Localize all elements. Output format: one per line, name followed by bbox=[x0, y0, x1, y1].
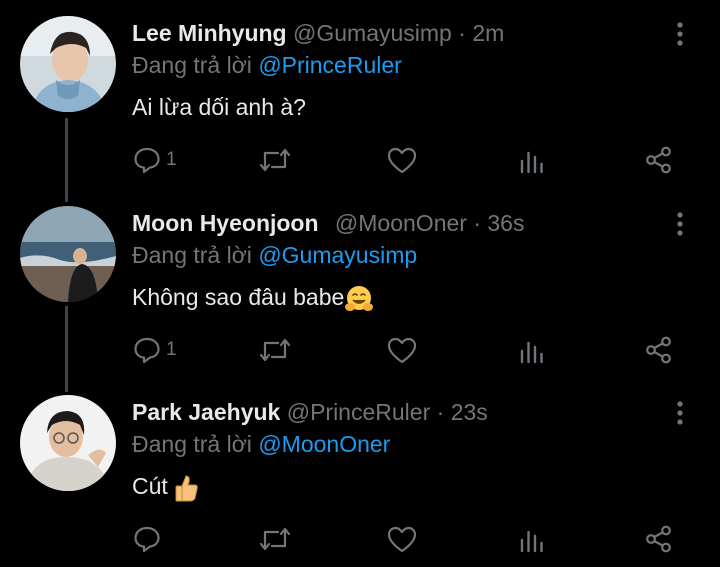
tweet[interactable]: Park Jaehyuk @PrinceRuler · 23s Đang trả… bbox=[0, 378, 720, 567]
retweet-button[interactable] bbox=[258, 332, 292, 368]
like-icon bbox=[387, 526, 417, 553]
action-bar: 1 bbox=[132, 142, 692, 178]
tweet[interactable]: Lee Minhyung @Gumayusimp · 2m Đang trả l… bbox=[0, 0, 720, 189]
display-name[interactable]: Park Jaehyuk bbox=[132, 399, 280, 425]
hugging-face-icon bbox=[345, 286, 374, 311]
timestamp[interactable]: 23s bbox=[451, 399, 488, 425]
analytics-button[interactable] bbox=[518, 521, 546, 557]
display-name[interactable]: Moon Hyeonjoon bbox=[132, 210, 319, 236]
like-button[interactable] bbox=[386, 332, 418, 368]
display-name[interactable]: Lee Minhyung bbox=[132, 20, 287, 46]
replying-to: Đang trả lời @Gumayusimp bbox=[132, 242, 417, 269]
reply-button[interactable]: 1 bbox=[132, 332, 177, 368]
like-icon bbox=[387, 147, 417, 174]
tweet-header: Moon Hyeonjoon @MoonOner · 36s bbox=[132, 210, 524, 237]
avatar[interactable] bbox=[20, 206, 116, 302]
like-button[interactable] bbox=[386, 521, 418, 557]
reply-count: 1 bbox=[166, 149, 177, 170]
share-button[interactable] bbox=[644, 332, 674, 368]
timestamp[interactable]: 2m bbox=[472, 20, 504, 46]
tweet-text: Ai lừa dối anh à? bbox=[132, 94, 306, 120]
share-button[interactable] bbox=[644, 521, 674, 557]
like-button[interactable] bbox=[386, 142, 418, 178]
tweet-text: Không sao đâu babe bbox=[132, 284, 374, 314]
more-icon[interactable] bbox=[668, 399, 692, 427]
reply-button[interactable] bbox=[132, 521, 166, 557]
analytics-icon bbox=[520, 530, 543, 553]
share-icon bbox=[646, 146, 671, 174]
more-icon[interactable] bbox=[668, 20, 692, 48]
avatar[interactable] bbox=[20, 395, 116, 491]
reply-icon bbox=[134, 526, 160, 553]
retweet-button[interactable] bbox=[258, 521, 292, 557]
avatar[interactable] bbox=[20, 16, 116, 112]
replying-to: Đang trả lời @MoonOner bbox=[132, 431, 390, 458]
reply-prefix: Đang trả lời bbox=[132, 431, 252, 457]
thumbs-up-icon bbox=[175, 475, 198, 502]
analytics-button[interactable] bbox=[518, 332, 546, 368]
analytics-icon bbox=[520, 341, 543, 364]
user-handle[interactable]: @Gumayusimp bbox=[293, 20, 452, 46]
mention-link[interactable]: @Gumayusimp bbox=[258, 242, 417, 268]
tweet-header: Lee Minhyung @Gumayusimp · 2m bbox=[132, 20, 504, 47]
share-icon bbox=[646, 336, 671, 364]
like-icon bbox=[387, 337, 417, 364]
separator: · bbox=[458, 20, 466, 46]
user-handle[interactable]: @PrinceRuler bbox=[287, 399, 431, 425]
action-bar: 1 bbox=[132, 332, 692, 368]
more-icon[interactable] bbox=[668, 210, 692, 238]
share-button[interactable] bbox=[644, 142, 674, 178]
tweet-text-content: Cút bbox=[132, 473, 168, 500]
analytics-button[interactable] bbox=[518, 142, 546, 178]
retweet-icon bbox=[259, 527, 291, 551]
mention-link[interactable]: @PrinceRuler bbox=[258, 52, 402, 78]
share-icon bbox=[646, 525, 671, 553]
reply-prefix: Đang trả lời bbox=[132, 242, 252, 268]
mention-link[interactable]: @MoonOner bbox=[258, 431, 390, 457]
reply-button[interactable]: 1 bbox=[132, 142, 177, 178]
retweet-button[interactable] bbox=[258, 142, 292, 178]
separator: · bbox=[436, 399, 445, 425]
timestamp[interactable]: 36s bbox=[487, 210, 524, 236]
tweet-text: Cút bbox=[132, 473, 200, 503]
tweet-text-content: Không sao đâu babe bbox=[132, 284, 345, 311]
tweet[interactable]: Moon Hyeonjoon @MoonOner · 36s Đang trả … bbox=[0, 189, 720, 378]
reply-icon bbox=[134, 337, 160, 364]
reply-count: 1 bbox=[166, 339, 177, 360]
retweet-icon bbox=[259, 338, 291, 362]
action-bar bbox=[132, 521, 692, 557]
reply-prefix: Đang trả lời bbox=[132, 52, 252, 78]
retweet-icon bbox=[259, 148, 291, 172]
tweet-header: Park Jaehyuk @PrinceRuler · 23s bbox=[132, 399, 488, 426]
user-handle[interactable]: @MoonOner bbox=[335, 210, 467, 236]
separator: · bbox=[473, 210, 481, 236]
replying-to: Đang trả lời @PrinceRuler bbox=[132, 52, 402, 79]
analytics-icon bbox=[520, 151, 543, 174]
reply-icon bbox=[134, 147, 160, 174]
